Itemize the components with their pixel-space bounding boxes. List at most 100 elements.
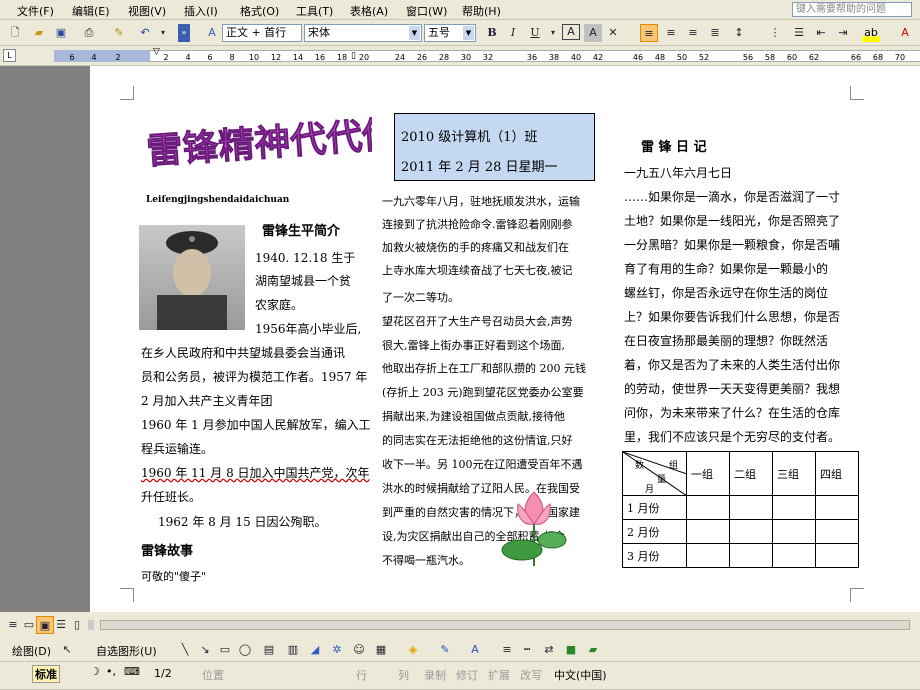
track-changes-indicator[interactable]: 修订 <box>456 667 478 683</box>
decrease-indent-icon[interactable]: ⇤ <box>812 24 830 42</box>
menu-insert[interactable]: 插入(I) <box>184 3 218 19</box>
help-search-input[interactable]: 键入需要帮助的问题 <box>792 2 912 17</box>
print-icon[interactable]: ⎙ <box>80 24 98 42</box>
wordart-title[interactable]: 雷锋精神代代传 <box>142 98 400 178</box>
table-cell[interactable] <box>686 495 730 520</box>
italic-button[interactable]: I <box>504 24 522 42</box>
scroll-left-arrow[interactable] <box>88 620 94 630</box>
table-corner-cell[interactable]: 组 量 数 月 <box>622 451 687 496</box>
table-cell[interactable] <box>772 495 816 520</box>
clipart-icon[interactable]: ☺ <box>350 641 368 659</box>
ime-moon-icon[interactable]: ☽ <box>90 665 100 678</box>
menu-format[interactable]: 格式(O) <box>240 3 279 19</box>
align-center-icon[interactable]: ≡ <box>662 24 680 42</box>
diagram-icon[interactable]: ✲ <box>328 641 346 659</box>
column-marker[interactable]: ▯ <box>351 51 356 61</box>
bold-button[interactable]: B <box>483 24 501 42</box>
table-cell[interactable] <box>729 519 773 544</box>
vertical-textbox-icon[interactable]: ▥ <box>284 641 302 659</box>
ime-keyboard-icon[interactable]: ⌨ <box>124 665 140 678</box>
numbering-icon[interactable]: ⋮ <box>766 24 784 42</box>
shadow-icon[interactable]: ■ <box>562 641 580 659</box>
table-cell[interactable] <box>815 519 859 544</box>
autoshapes-button[interactable]: 自选图形(U) <box>96 643 157 659</box>
table-cell[interactable] <box>686 543 730 568</box>
char-shading-button[interactable]: A <box>584 24 602 42</box>
line-style-icon[interactable]: ≡ <box>498 641 516 659</box>
3d-icon[interactable]: ▰ <box>584 641 602 659</box>
menu-edit[interactable]: 编辑(E) <box>72 3 110 19</box>
line-spacing-icon[interactable]: ↕ <box>730 24 748 42</box>
table-row-label[interactable]: 1 月份 <box>622 495 687 520</box>
dash-style-icon[interactable]: ┅ <box>518 641 536 659</box>
fill-color-icon[interactable]: ◈ <box>404 641 422 659</box>
vertical-ruler[interactable] <box>0 66 90 612</box>
justify-icon[interactable]: ≣ <box>706 24 724 42</box>
language-indicator[interactable]: 中文(中国) <box>554 667 607 683</box>
table-cell[interactable] <box>686 519 730 544</box>
table-header-cell[interactable]: 三组 <box>772 451 816 496</box>
styles-pane-icon[interactable]: A <box>203 24 221 42</box>
rectangle-icon[interactable]: ▭ <box>216 641 234 659</box>
menu-view[interactable]: 视图(V) <box>128 3 166 19</box>
increase-indent-icon[interactable]: ⇥ <box>834 24 852 42</box>
save-icon[interactable]: ▣ <box>52 24 70 42</box>
table-cell[interactable] <box>772 543 816 568</box>
arrow-icon[interactable]: ↘ <box>196 641 214 659</box>
menu-file[interactable]: 文件(F) <box>17 3 54 19</box>
line-color-icon[interactable]: ✎ <box>436 641 454 659</box>
menu-tools[interactable]: 工具(T) <box>296 3 333 19</box>
align-right-icon[interactable]: ≡ <box>684 24 702 42</box>
underline-button[interactable]: U <box>526 24 544 42</box>
table-cell[interactable] <box>815 495 859 520</box>
open-folder-icon[interactable]: ▰ <box>30 24 48 42</box>
table-cell[interactable] <box>729 543 773 568</box>
arrow-style-icon[interactable]: ⇄ <box>540 641 558 659</box>
textbox-icon[interactable]: ▤ <box>260 641 278 659</box>
picture-icon[interactable]: ▦ <box>372 641 390 659</box>
toolbar-options-icon[interactable]: » <box>178 24 190 42</box>
table-cell[interactable] <box>772 519 816 544</box>
portrait-photo[interactable] <box>139 225 245 330</box>
highlight-icon[interactable]: ab <box>862 24 880 42</box>
ime-badge[interactable]: 标准 <box>32 665 60 683</box>
menu-help[interactable]: 帮助(H) <box>462 3 501 19</box>
menu-table[interactable]: 表格(A) <box>350 3 388 19</box>
group-table[interactable]: 组 量 数 月 一组 二组 三组 四组 1 月份 2 月份 3 月份 <box>622 451 859 568</box>
new-doc-icon[interactable]: 🗋 <box>6 24 24 42</box>
table-header-cell[interactable]: 二组 <box>729 451 773 496</box>
horizontal-ruler[interactable]: L 6 4 2 2 4 6 8 10 12 14 16 18 20 24 26 … <box>0 46 920 66</box>
ime-punct-icon[interactable]: •, <box>106 665 116 678</box>
class-info-box[interactable]: 2010 级计算机（1）班 2011 年 2 月 28 日星期一 <box>394 113 595 181</box>
first-line-indent-marker[interactable]: ▽ <box>153 47 160 57</box>
align-left-icon[interactable]: ≡ <box>640 24 658 42</box>
lotus-clipart[interactable] <box>496 482 572 572</box>
char-border-button[interactable]: A <box>562 24 580 40</box>
table-header-cell[interactable]: 四组 <box>815 451 859 496</box>
format-painter-icon[interactable]: ✎ <box>110 24 128 42</box>
font-size-combo[interactable]: 五号 ▼ <box>424 24 476 42</box>
char-scale-icon[interactable]: ✕ <box>604 24 622 42</box>
table-cell[interactable] <box>815 543 859 568</box>
line-icon[interactable]: ╲ <box>176 641 194 659</box>
reading-view-icon[interactable]: ▯ <box>68 616 86 634</box>
bullets-icon[interactable]: ☰ <box>790 24 808 42</box>
style-combo[interactable]: 正文 + 首行 <box>222 24 302 42</box>
table-cell[interactable] <box>729 495 773 520</box>
underline-dropdown-icon[interactable]: ▾ <box>544 24 562 42</box>
font-combo[interactable]: 宋体 ▼ <box>304 24 422 42</box>
horizontal-scrollbar[interactable] <box>100 620 910 630</box>
font-color-draw-icon[interactable]: A <box>466 641 484 659</box>
table-row-label[interactable]: 2 月份 <box>622 519 687 544</box>
extend-indicator[interactable]: 扩展 <box>488 667 510 683</box>
draw-menu-button[interactable]: 绘图(D) <box>12 643 51 659</box>
font-color-icon[interactable]: A <box>896 24 914 42</box>
select-objects-icon[interactable]: ↖ <box>58 641 76 659</box>
oval-icon[interactable]: ◯ <box>236 641 254 659</box>
undo-icon[interactable]: ↶ <box>136 24 154 42</box>
undo-dropdown-icon[interactable]: ▾ <box>154 24 172 42</box>
overtype-indicator[interactable]: 改写 <box>520 667 542 683</box>
wordart-icon[interactable]: ◢ <box>306 641 324 659</box>
tab-selector-icon[interactable]: L <box>3 49 16 62</box>
record-indicator[interactable]: 录制 <box>424 667 446 683</box>
